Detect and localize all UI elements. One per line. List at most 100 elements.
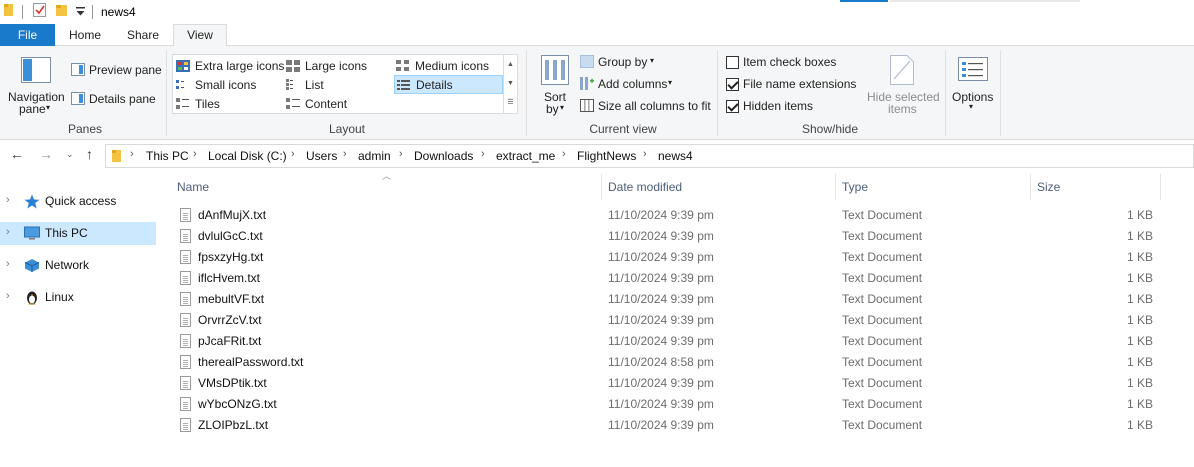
layout-large-icons[interactable]: Large icons: [286, 57, 367, 76]
chevron-right-icon[interactable]: ›: [130, 148, 134, 160]
layout-gallery-scroll: ▲ ▼ ☰: [503, 55, 517, 113]
folder-icon: [112, 149, 122, 166]
size-columns-icon: [580, 99, 594, 115]
layout-details[interactable]: Details: [394, 75, 503, 94]
layout-small-icons[interactable]: Small icons: [176, 76, 256, 95]
tab-view[interactable]: View: [173, 24, 227, 47]
layout-extra-large-icons[interactable]: Extra large icons: [176, 57, 284, 76]
column-header-type[interactable]: Type: [842, 180, 868, 194]
layout-tiles[interactable]: Tiles: [176, 95, 220, 114]
text-file-icon: [180, 292, 191, 306]
chevron-right-icon[interactable]: ›: [399, 148, 403, 160]
chevron-right-icon[interactable]: ›: [6, 258, 10, 270]
new-folder-icon[interactable]: [56, 3, 68, 20]
file-type: Text Document: [842, 334, 923, 348]
file-name: OrvrrZcV.txt: [198, 313, 262, 327]
table-row[interactable]: iflcHvem.txt 11/10/2024 9:39 pm Text Docum…: [160, 268, 1194, 289]
table-row[interactable]: fpsxzyHg.txt 11/10/2024 9:39 pm Text Docum…: [160, 247, 1194, 268]
sidebar-item-network[interactable]: › Network: [0, 254, 156, 277]
address-bar[interactable]: › This PC › Local Disk (C:) › Users › ad…: [105, 144, 1194, 168]
sidebar-item-label: Network: [45, 258, 90, 272]
breadcrumb-extract-me[interactable]: extract_me: [496, 149, 555, 163]
expand-gallery-icon[interactable]: ☰: [504, 93, 517, 112]
sidebar-item-label: This PC: [45, 226, 88, 240]
content-icon: [286, 97, 300, 109]
file-name: therealPassword.txt: [198, 355, 304, 369]
table-row[interactable]: therealPassword.txt 11/10/2024 8:58 pm Tex…: [160, 352, 1194, 373]
recent-locations-chevron-icon[interactable]: ⌄: [66, 149, 74, 160]
layout-list[interactable]: List: [286, 76, 324, 95]
item-check-boxes-checkbox[interactable]: [726, 56, 739, 69]
chevron-right-icon[interactable]: ›: [6, 226, 10, 238]
layout-content[interactable]: Content: [286, 95, 347, 114]
breadcrumb-downloads[interactable]: Downloads: [414, 149, 473, 163]
column-divider[interactable]: [1030, 174, 1031, 200]
column-header-name[interactable]: Name: [177, 180, 209, 194]
breadcrumb-this-pc[interactable]: This PC: [146, 149, 189, 163]
hidden-items-checkbox[interactable]: [726, 100, 739, 113]
sort-by-icon: [541, 55, 569, 88]
text-file-icon: [180, 250, 191, 264]
table-row[interactable]: dAnfMujX.txt 11/10/2024 9:39 pm Text Docum…: [160, 205, 1194, 226]
table-row[interactable]: ZLOIPbzL.txt 11/10/2024 9:39 pm Text Docum…: [160, 415, 1194, 436]
file-name: dvlulGcC.txt: [198, 229, 263, 243]
tab-share[interactable]: Share: [116, 24, 170, 46]
chevron-right-icon[interactable]: ›: [6, 290, 10, 302]
table-row[interactable]: mebultVF.txt 11/10/2024 9:39 pm Text Docum…: [160, 289, 1194, 310]
file-date: 11/10/2024 9:39 pm: [608, 397, 714, 411]
tab-home[interactable]: Home: [60, 24, 110, 46]
star-icon: [24, 194, 40, 209]
chevron-right-icon[interactable]: ›: [291, 148, 295, 160]
breadcrumb-users[interactable]: Users: [306, 149, 337, 163]
window-accent-strip: [840, 0, 888, 2]
sidebar-item-this-pc[interactable]: › This PC: [0, 222, 156, 245]
chevron-right-icon[interactable]: ›: [562, 148, 566, 160]
tab-file[interactable]: File: [0, 24, 55, 46]
customize-quick-access-icon[interactable]: [76, 6, 85, 20]
small-icons-icon: [176, 78, 190, 90]
file-date: 11/10/2024 9:39 pm: [608, 229, 714, 243]
file-name-extensions-label: File name extensions: [743, 77, 857, 91]
column-divider[interactable]: [601, 174, 602, 200]
computer-icon: [24, 226, 40, 241]
breadcrumb-news4[interactable]: news4: [658, 149, 693, 163]
back-arrow-icon[interactable]: ←: [10, 146, 24, 162]
file-type: Text Document: [842, 397, 923, 411]
breadcrumb-admin[interactable]: admin: [358, 149, 391, 163]
forward-arrow-icon[interactable]: →: [39, 146, 53, 162]
column-header-date-modified[interactable]: Date modified: [608, 180, 682, 194]
column-header-size[interactable]: Size: [1037, 180, 1060, 194]
scroll-down-icon[interactable]: ▼: [504, 74, 517, 93]
column-divider[interactable]: [1160, 174, 1161, 200]
chevron-right-icon[interactable]: ›: [6, 194, 10, 206]
breadcrumb-local-disk[interactable]: Local Disk (C:): [208, 149, 287, 163]
file-size: 1 KB: [1126, 229, 1153, 243]
table-row[interactable]: pJcaFRit.txt 11/10/2024 9:39 pm Text Docum…: [160, 331, 1194, 352]
table-row[interactable]: wYbcONzG.txt 11/10/2024 9:39 pm Text Docum…: [160, 394, 1194, 415]
layout-medium-icons[interactable]: Medium icons: [396, 57, 489, 76]
table-row[interactable]: dvlulGcC.txt 11/10/2024 9:39 pm Text Docum…: [160, 226, 1194, 247]
chevron-right-icon[interactable]: ›: [481, 148, 485, 160]
file-name: fpsxzyHg.txt: [198, 250, 264, 264]
breadcrumb-flightnews[interactable]: FlightNews: [577, 149, 636, 163]
up-arrow-icon[interactable]: ↑: [86, 146, 93, 162]
column-divider[interactable]: [835, 174, 836, 200]
file-name: wYbcONzG.txt: [198, 397, 277, 411]
file-name-extensions-checkbox[interactable]: [726, 78, 739, 91]
navigation-pane-label-2: pane: [19, 102, 46, 116]
chevron-down-icon: ▾: [560, 103, 565, 112]
chevron-down-icon: ▾: [668, 78, 673, 87]
text-file-icon: [180, 355, 191, 369]
chevron-down-icon: ▾: [46, 103, 51, 112]
table-row[interactable]: OrvrrZcV.txt 11/10/2024 9:39 pm Text Docum…: [160, 310, 1194, 331]
sidebar-item-quick-access[interactable]: › Quick access: [0, 190, 156, 213]
chevron-right-icon[interactable]: ›: [643, 148, 647, 160]
properties-icon[interactable]: [33, 3, 47, 21]
scroll-up-icon[interactable]: ▲: [504, 55, 517, 74]
chevron-right-icon[interactable]: ›: [343, 148, 347, 160]
file-date: 11/10/2024 8:58 pm: [608, 355, 714, 369]
table-row[interactable]: VMsDPtik.txt 11/10/2024 9:39 pm Text Docum…: [160, 373, 1194, 394]
sidebar-item-linux[interactable]: › Linux: [0, 286, 156, 309]
chevron-right-icon[interactable]: ›: [193, 148, 197, 160]
text-file-icon: [180, 334, 191, 348]
